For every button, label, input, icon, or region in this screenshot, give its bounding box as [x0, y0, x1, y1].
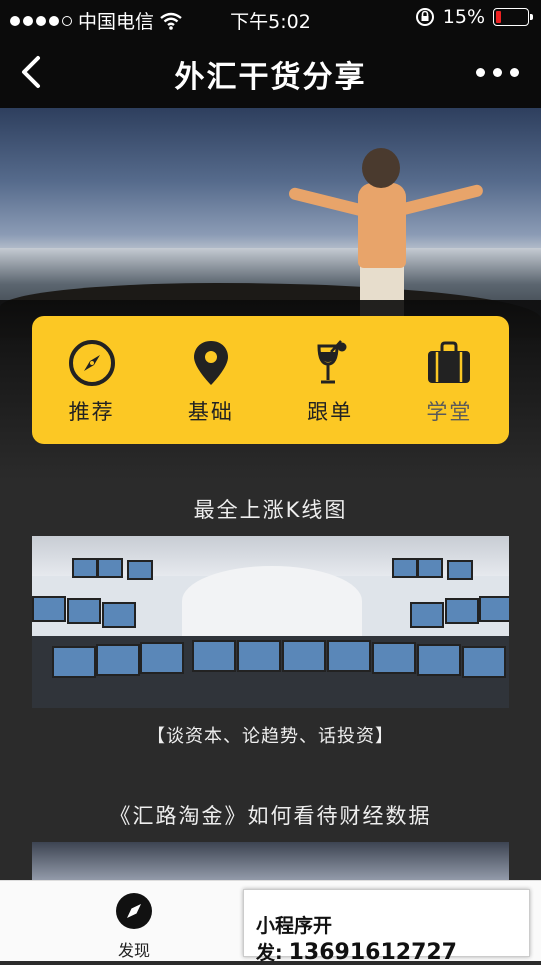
compass-icon [116, 893, 152, 929]
briefcase-icon [428, 341, 471, 383]
compass-icon [68, 340, 115, 386]
article-title[interactable]: 《汇路淘金》如何看待财经数据 [0, 800, 541, 830]
trading-floor-image[interactable] [32, 536, 509, 708]
battery-icon [493, 8, 533, 26]
contact-banner: 小程序开发: 13691612727 [243, 889, 530, 965]
article-caption: 【谈资本、论趋势、话投资】 [147, 726, 394, 747]
contact-phone: 13691612727 [288, 940, 457, 965]
navigation-bar: 外汇干货分享 [0, 36, 541, 108]
battery-percentage: 15% [442, 6, 485, 28]
cocktail-icon [317, 340, 347, 384]
tab-discover[interactable]: 发现 [84, 891, 184, 961]
location-pin-icon [193, 341, 228, 385]
category-menu: 推荐 基础 跟单 学堂 [32, 316, 509, 444]
menu-item-label: 基础 [187, 400, 234, 424]
menu-item-label: 推荐 [68, 400, 115, 424]
menu-item-recommend[interactable]: 推荐 [32, 316, 151, 444]
status-bar: 中国电信 下午5:02 15% [0, 0, 541, 36]
menu-item-copy-trading[interactable]: 跟单 [271, 316, 390, 444]
menu-item-label: 跟单 [307, 400, 354, 424]
tab-label: 发现 [117, 941, 150, 960]
menu-item-basics[interactable]: 基础 [151, 316, 270, 444]
more-options-icon[interactable] [476, 68, 519, 77]
article-title[interactable]: 最全上涨K线图 [0, 494, 541, 524]
menu-item-academy[interactable]: 学堂 [390, 316, 509, 444]
page-title: 外汇干货分享 [174, 60, 367, 95]
menu-item-label: 学堂 [426, 400, 473, 424]
rotation-lock-icon [415, 8, 434, 26]
